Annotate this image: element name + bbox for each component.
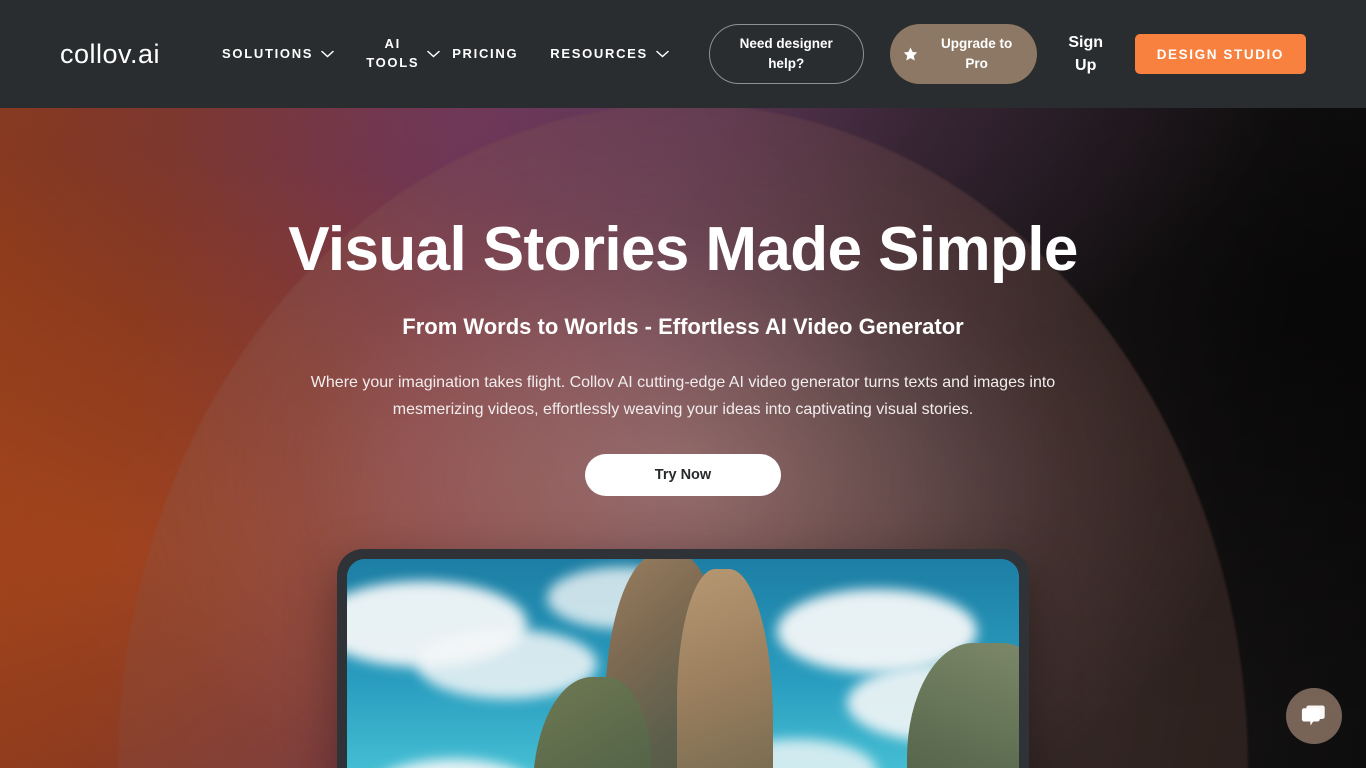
chat-widget-button[interactable]	[1286, 688, 1342, 744]
nav-links: SOLUTIONS AI TOOLS PRICING RESOURCES	[206, 35, 709, 73]
nav-actions: Need designer help? Upgrade to Pro Sign …	[708, 24, 1306, 84]
generated-video-scene	[347, 559, 1019, 768]
try-now-button[interactable]: Try Now	[585, 453, 781, 496]
video-preview-screen[interactable]: Tropical beach, sharp rocks, clear water…	[347, 559, 1019, 768]
sign-up-link[interactable]: Sign Up	[1063, 31, 1109, 77]
chevron-down-icon	[656, 50, 669, 58]
nav-item-label: AI TOOLS	[366, 36, 420, 70]
nav-item-ai-tools[interactable]: AI TOOLS	[350, 35, 440, 73]
hero-subtitle: From Words to Worlds - Effortless AI Vid…	[402, 314, 964, 340]
hero-content: Visual Stories Made Simple From Words to…	[0, 108, 1366, 496]
nav-item-resources[interactable]: RESOURCES	[534, 45, 685, 64]
nav-item-pricing[interactable]: PRICING	[436, 45, 534, 64]
page-title: Visual Stories Made Simple	[288, 215, 1078, 284]
nav-item-label: SOLUTIONS	[222, 45, 314, 61]
hero-description: Where your imagination takes flight. Col…	[310, 374, 1056, 419]
upgrade-to-pro-label: Upgrade to Pro	[941, 35, 1013, 71]
logo[interactable]: collov.ai	[60, 39, 160, 70]
upgrade-to-pro-button[interactable]: Upgrade to Pro	[889, 24, 1037, 84]
need-designer-help-button[interactable]: Need designer help?	[708, 24, 864, 84]
nav-item-label: PRICING	[452, 45, 519, 61]
top-navigation-bar: collov.ai SOLUTIONS AI TOOLS PRICING RES…	[0, 0, 1366, 108]
device-mockup: Tropical beach, sharp rocks, clear water…	[337, 549, 1029, 768]
nav-item-label: RESOURCES	[550, 45, 648, 61]
chat-bubble-icon	[1301, 705, 1325, 726]
star-icon	[903, 47, 917, 60]
design-studio-button[interactable]: DESIGN STUDIO	[1134, 34, 1306, 74]
chevron-down-icon	[321, 50, 334, 58]
nav-item-solutions[interactable]: SOLUTIONS	[206, 45, 350, 64]
